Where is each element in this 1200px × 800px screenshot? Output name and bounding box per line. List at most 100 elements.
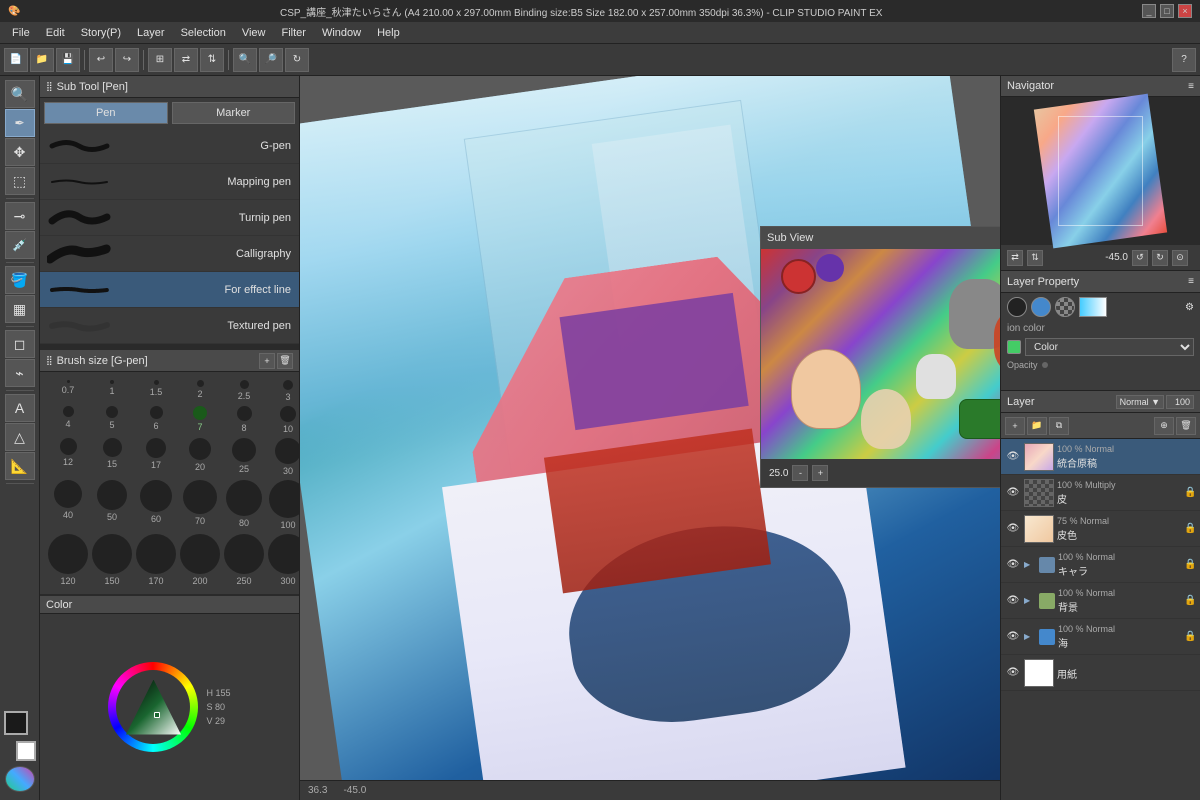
layer-opacity-display[interactable]: 100: [1166, 395, 1194, 409]
layer-prop-color-indicator[interactable]: [1007, 340, 1021, 354]
nav-rotate-right-button[interactable]: ↻: [1152, 250, 1168, 266]
menu-filter[interactable]: Filter: [274, 25, 314, 41]
tab-marker[interactable]: Marker: [172, 102, 296, 124]
color-wheel-mini[interactable]: [5, 766, 35, 792]
layer-lock-4[interactable]: 🔒: [1184, 595, 1196, 606]
tool-gradient[interactable]: ▦: [5, 295, 35, 323]
size-item-150[interactable]: 150: [92, 534, 132, 586]
layer-item-2[interactable]: 👁 75 % Normal 皮色 🔒: [1001, 511, 1200, 547]
new-button[interactable]: 📄: [4, 48, 28, 72]
brush-effect[interactable]: For effect line: [40, 272, 299, 308]
layer-item-4[interactable]: 👁 ▶ 100 % Normal 背景 🔒: [1001, 583, 1200, 619]
flip-v-button[interactable]: ⇅: [200, 48, 224, 72]
open-button[interactable]: 📁: [30, 48, 54, 72]
undo-button[interactable]: ↩: [89, 48, 113, 72]
color-swatch-black[interactable]: [1007, 297, 1027, 317]
menu-selection[interactable]: Selection: [173, 25, 234, 41]
layer-lock-5[interactable]: 🔒: [1184, 631, 1196, 642]
layer-item-0[interactable]: 👁 100 % Normal 統合原稿: [1001, 439, 1200, 475]
layer-vis-0[interactable]: 👁: [1005, 449, 1021, 465]
size-item-07[interactable]: 0.7: [48, 380, 88, 402]
layer-blend-select[interactable]: Color: [1025, 338, 1194, 356]
tab-pen[interactable]: Pen: [44, 102, 168, 124]
menu-view[interactable]: View: [234, 25, 274, 41]
rotate-button[interactable]: ↻: [285, 48, 309, 72]
foreground-color[interactable]: [4, 711, 28, 735]
redo-button[interactable]: ↪: [115, 48, 139, 72]
layer-vis-2[interactable]: 👁: [1005, 521, 1021, 537]
size-item-170[interactable]: 170: [136, 534, 176, 586]
layer-vis-1[interactable]: 👁: [1005, 485, 1021, 501]
color-swatch-checker[interactable]: [1055, 297, 1075, 317]
layer-vis-3[interactable]: 👁: [1005, 557, 1021, 573]
tool-lasso[interactable]: ⊸: [5, 202, 35, 230]
layer-merge-button[interactable]: ⊕: [1154, 417, 1174, 435]
minimize-button[interactable]: _: [1142, 4, 1156, 18]
color-swatch-blue[interactable]: [1031, 297, 1051, 317]
navigator-thumb-area[interactable]: [1001, 97, 1200, 245]
brush-textured[interactable]: Textured pen: [40, 308, 299, 344]
size-item-70[interactable]: 70: [180, 480, 220, 530]
layer-lock-2[interactable]: 🔒: [1184, 523, 1196, 534]
tool-eyedrop[interactable]: 💉: [5, 231, 35, 259]
layer-prop-options[interactable]: ⚙: [1185, 302, 1194, 313]
tool-text[interactable]: A: [5, 394, 35, 422]
size-item-50[interactable]: 50: [92, 480, 132, 530]
size-item-20[interactable]: 20: [180, 438, 220, 476]
menu-help[interactable]: Help: [369, 25, 408, 41]
save-button[interactable]: 💾: [56, 48, 80, 72]
brush-calligraphy[interactable]: Calligraphy: [40, 236, 299, 272]
sub-view-zoom-out-button[interactable]: -: [792, 465, 808, 481]
layer-vis-6[interactable]: 👁: [1005, 665, 1021, 681]
menu-window[interactable]: Window: [314, 25, 369, 41]
canvas-area[interactable]: Sub View _ ×: [300, 76, 1000, 800]
tool-fill[interactable]: 🪣: [5, 266, 35, 294]
size-item-15[interactable]: 1.5: [136, 380, 176, 402]
brushsize-delete-button[interactable]: 🗑: [277, 353, 293, 369]
menu-layer[interactable]: Layer: [129, 25, 173, 41]
background-color[interactable]: [16, 741, 36, 761]
layer-blend-dropdown[interactable]: Normal ▼: [1116, 395, 1164, 409]
tool-zoom[interactable]: 🔍: [5, 80, 35, 108]
color-selector[interactable]: [0, 711, 40, 761]
navigator-options-button[interactable]: ≡: [1188, 81, 1194, 92]
layer-new-folder-button[interactable]: 📁: [1027, 417, 1047, 435]
color-swatch-gradient[interactable]: [1079, 297, 1107, 317]
layer-item-3[interactable]: 👁 ▶ 100 % Normal キャラ 🔒: [1001, 547, 1200, 583]
layer-vis-4[interactable]: 👁: [1005, 593, 1021, 609]
nav-flip-h-button[interactable]: ⇄: [1007, 250, 1023, 266]
brush-mapping[interactable]: Mapping pen: [40, 164, 299, 200]
brushsize-add-button[interactable]: +: [259, 353, 275, 369]
maximize-button[interactable]: □: [1160, 4, 1174, 18]
layer-lock-3[interactable]: 🔒: [1184, 559, 1196, 570]
tool-move[interactable]: ✥: [5, 138, 35, 166]
size-item-25b[interactable]: 25: [224, 438, 264, 476]
size-item-6[interactable]: 6: [136, 406, 176, 434]
zoom-out-button[interactable]: 🔎: [259, 48, 283, 72]
help-icon-button[interactable]: ?: [1172, 48, 1196, 72]
size-item-250[interactable]: 250: [224, 534, 264, 586]
sub-view-header[interactable]: Sub View _ ×: [761, 227, 1000, 249]
layer-vis-5[interactable]: 👁: [1005, 629, 1021, 645]
layer-delete-button[interactable]: 🗑: [1176, 417, 1196, 435]
layer-item-1[interactable]: 👁 100 % Multiply 皮 🔒: [1001, 475, 1200, 511]
layer-item-6[interactable]: 👁 用紙: [1001, 655, 1200, 691]
menu-story[interactable]: Story(P): [73, 25, 129, 41]
transform-button[interactable]: ⊞: [148, 48, 172, 72]
brush-gpen[interactable]: G-pen: [40, 128, 299, 164]
tool-select[interactable]: ⬚: [5, 167, 35, 195]
size-item-120[interactable]: 120: [48, 534, 88, 586]
color-cursor[interactable]: [154, 712, 160, 718]
size-item-60[interactable]: 60: [136, 480, 176, 530]
size-item-25[interactable]: 2.5: [224, 380, 264, 402]
menu-file[interactable]: File: [4, 25, 38, 41]
layer-item-5[interactable]: 👁 ▶ 100 % Normal 海 🔒: [1001, 619, 1200, 655]
tool-eraser[interactable]: ◻: [5, 330, 35, 358]
color-wheel[interactable]: [108, 662, 198, 752]
tool-pen[interactable]: ✒: [5, 109, 35, 137]
size-item-2[interactable]: 2: [180, 380, 220, 402]
menu-edit[interactable]: Edit: [38, 25, 73, 41]
nav-reset-button[interactable]: ⊙: [1172, 250, 1188, 266]
layer-opacity-toggle[interactable]: [1042, 362, 1048, 368]
size-item-8[interactable]: 8: [224, 406, 264, 434]
